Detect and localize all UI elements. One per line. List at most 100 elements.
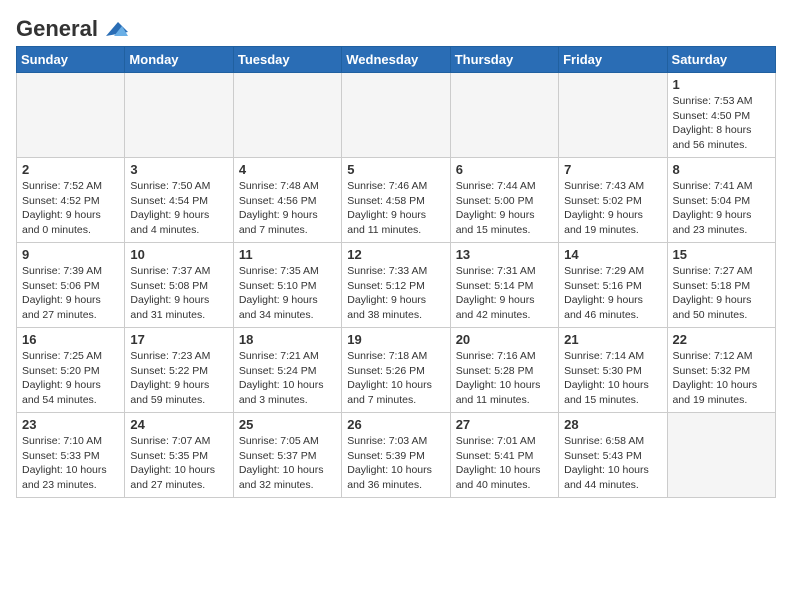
day-number: 23 (22, 417, 119, 432)
day-number: 11 (239, 247, 336, 262)
day-info: Sunrise: 7:10 AM Sunset: 5:33 PM Dayligh… (22, 434, 119, 493)
calendar-week-1: 1 Sunrise: 7:53 AM Sunset: 4:50 PM Daylig… (17, 73, 776, 158)
day-number: 22 (673, 332, 770, 347)
calendar-header-sunday: Sunday (17, 47, 125, 73)
calendar-cell (667, 413, 775, 498)
calendar-cell: 4 Sunrise: 7:48 AM Sunset: 4:56 PM Daylig… (233, 158, 341, 243)
day-info: Sunrise: 7:27 AM Sunset: 5:18 PM Dayligh… (673, 264, 770, 323)
calendar-cell: 16Sunrise: 7:25 AM Sunset: 5:20 PM Dayli… (17, 328, 125, 413)
calendar-cell: 11 Sunrise: 7:35 AM Sunset: 5:10 PM Dayli… (233, 243, 341, 328)
day-info: Sunrise: 7:29 AM Sunset: 5:16 PM Dayligh… (564, 264, 661, 323)
day-number: 21 (564, 332, 661, 347)
day-number: 4 (239, 162, 336, 177)
day-number: 2 (22, 162, 119, 177)
calendar-cell: 2 Sunrise: 7:52 AM Sunset: 4:52 PM Daylig… (17, 158, 125, 243)
day-number: 6 (456, 162, 553, 177)
calendar-cell: 7 Sunrise: 7:43 AM Sunset: 5:02 PM Daylig… (559, 158, 667, 243)
day-info: Sunrise: 7:41 AM Sunset: 5:04 PM Dayligh… (673, 179, 770, 238)
calendar-week-2: 2 Sunrise: 7:52 AM Sunset: 4:52 PM Daylig… (17, 158, 776, 243)
calendar-cell: 28 Sunrise: 6:58 AM Sunset: 5:43 PM Dayli… (559, 413, 667, 498)
calendar-week-5: 23 Sunrise: 7:10 AM Sunset: 5:33 PM Dayli… (17, 413, 776, 498)
calendar-cell: 18Sunrise: 7:21 AM Sunset: 5:24 PM Dayli… (233, 328, 341, 413)
day-info: Sunrise: 7:21 AM Sunset: 5:24 PM Dayligh… (239, 349, 336, 408)
day-number: 27 (456, 417, 553, 432)
day-number: 1 (673, 77, 770, 92)
calendar-cell: 25Sunrise: 7:05 AM Sunset: 5:37 PM Dayli… (233, 413, 341, 498)
calendar-header-friday: Friday (559, 47, 667, 73)
calendar-header-monday: Monday (125, 47, 233, 73)
calendar-cell: 23 Sunrise: 7:10 AM Sunset: 5:33 PM Dayli… (17, 413, 125, 498)
day-info: Sunrise: 7:05 AM Sunset: 5:37 PM Dayligh… (239, 434, 336, 493)
day-info: Sunrise: 7:25 AM Sunset: 5:20 PM Dayligh… (22, 349, 119, 408)
calendar-cell: 1 Sunrise: 7:53 AM Sunset: 4:50 PM Daylig… (667, 73, 775, 158)
calendar-week-3: 9 Sunrise: 7:39 AM Sunset: 5:06 PM Daylig… (17, 243, 776, 328)
day-info: Sunrise: 7:44 AM Sunset: 5:00 PM Dayligh… (456, 179, 553, 238)
day-info: Sunrise: 7:35 AM Sunset: 5:10 PM Dayligh… (239, 264, 336, 323)
calendar-cell: 19 Sunrise: 7:18 AM Sunset: 5:26 PM Dayli… (342, 328, 450, 413)
calendar-header-saturday: Saturday (667, 47, 775, 73)
calendar-cell: 3Sunrise: 7:50 AM Sunset: 4:54 PM Daylig… (125, 158, 233, 243)
day-info: Sunrise: 7:23 AM Sunset: 5:22 PM Dayligh… (130, 349, 227, 408)
day-info: Sunrise: 7:53 AM Sunset: 4:50 PM Dayligh… (673, 94, 770, 153)
day-info: Sunrise: 6:58 AM Sunset: 5:43 PM Dayligh… (564, 434, 661, 493)
day-info: Sunrise: 7:33 AM Sunset: 5:12 PM Dayligh… (347, 264, 444, 323)
day-number: 9 (22, 247, 119, 262)
calendar-header-tuesday: Tuesday (233, 47, 341, 73)
day-number: 5 (347, 162, 444, 177)
calendar-cell: 15 Sunrise: 7:27 AM Sunset: 5:18 PM Dayli… (667, 243, 775, 328)
day-info: Sunrise: 7:03 AM Sunset: 5:39 PM Dayligh… (347, 434, 444, 493)
day-number: 12 (347, 247, 444, 262)
calendar-cell: 24 Sunrise: 7:07 AM Sunset: 5:35 PM Dayli… (125, 413, 233, 498)
calendar-table: SundayMondayTuesdayWednesdayThursdayFrid… (16, 46, 776, 498)
day-info: Sunrise: 7:39 AM Sunset: 5:06 PM Dayligh… (22, 264, 119, 323)
day-number: 3 (130, 162, 227, 177)
day-info: Sunrise: 7:37 AM Sunset: 5:08 PM Dayligh… (130, 264, 227, 323)
calendar-cell (559, 73, 667, 158)
calendar-cell: 13Sunrise: 7:31 AM Sunset: 5:14 PM Dayli… (450, 243, 558, 328)
day-info: Sunrise: 7:14 AM Sunset: 5:30 PM Dayligh… (564, 349, 661, 408)
calendar-cell: 21 Sunrise: 7:14 AM Sunset: 5:30 PM Dayli… (559, 328, 667, 413)
day-number: 28 (564, 417, 661, 432)
day-info: Sunrise: 7:12 AM Sunset: 5:32 PM Dayligh… (673, 349, 770, 408)
calendar-cell: 5 Sunrise: 7:46 AM Sunset: 4:58 PM Daylig… (342, 158, 450, 243)
day-info: Sunrise: 7:16 AM Sunset: 5:28 PM Dayligh… (456, 349, 553, 408)
day-info: Sunrise: 7:18 AM Sunset: 5:26 PM Dayligh… (347, 349, 444, 408)
calendar-cell (17, 73, 125, 158)
calendar-cell: 10 Sunrise: 7:37 AM Sunset: 5:08 PM Dayli… (125, 243, 233, 328)
calendar-header-row: SundayMondayTuesdayWednesdayThursdayFrid… (17, 47, 776, 73)
day-info: Sunrise: 7:46 AM Sunset: 4:58 PM Dayligh… (347, 179, 444, 238)
logo: General (16, 16, 128, 38)
day-number: 15 (673, 247, 770, 262)
calendar-cell: 12 Sunrise: 7:33 AM Sunset: 5:12 PM Dayli… (342, 243, 450, 328)
day-number: 26 (347, 417, 444, 432)
day-number: 10 (130, 247, 227, 262)
day-number: 17 (130, 332, 227, 347)
day-info: Sunrise: 7:07 AM Sunset: 5:35 PM Dayligh… (130, 434, 227, 493)
calendar-cell: 14 Sunrise: 7:29 AM Sunset: 5:16 PM Dayli… (559, 243, 667, 328)
day-number: 8 (673, 162, 770, 177)
day-info: Sunrise: 7:48 AM Sunset: 4:56 PM Dayligh… (239, 179, 336, 238)
day-info: Sunrise: 7:43 AM Sunset: 5:02 PM Dayligh… (564, 179, 661, 238)
day-number: 19 (347, 332, 444, 347)
calendar-week-4: 16Sunrise: 7:25 AM Sunset: 5:20 PM Dayli… (17, 328, 776, 413)
day-info: Sunrise: 7:01 AM Sunset: 5:41 PM Dayligh… (456, 434, 553, 493)
calendar-cell: 8 Sunrise: 7:41 AM Sunset: 5:04 PM Daylig… (667, 158, 775, 243)
calendar-cell: 6 Sunrise: 7:44 AM Sunset: 5:00 PM Daylig… (450, 158, 558, 243)
calendar-cell (450, 73, 558, 158)
day-number: 20 (456, 332, 553, 347)
calendar-cell: 20 Sunrise: 7:16 AM Sunset: 5:28 PM Dayli… (450, 328, 558, 413)
day-number: 14 (564, 247, 661, 262)
day-number: 24 (130, 417, 227, 432)
calendar-cell (125, 73, 233, 158)
day-info: Sunrise: 7:31 AM Sunset: 5:14 PM Dayligh… (456, 264, 553, 323)
page-header: General (16, 16, 776, 38)
calendar-cell: 9 Sunrise: 7:39 AM Sunset: 5:06 PM Daylig… (17, 243, 125, 328)
day-number: 7 (564, 162, 661, 177)
calendar-cell (233, 73, 341, 158)
calendar-cell: 17 Sunrise: 7:23 AM Sunset: 5:22 PM Dayli… (125, 328, 233, 413)
logo-general: General (16, 16, 98, 42)
day-info: Sunrise: 7:52 AM Sunset: 4:52 PM Dayligh… (22, 179, 119, 238)
calendar-cell: 26 Sunrise: 7:03 AM Sunset: 5:39 PM Dayli… (342, 413, 450, 498)
logo-icon (100, 18, 128, 40)
calendar-cell: 27 Sunrise: 7:01 AM Sunset: 5:41 PM Dayli… (450, 413, 558, 498)
